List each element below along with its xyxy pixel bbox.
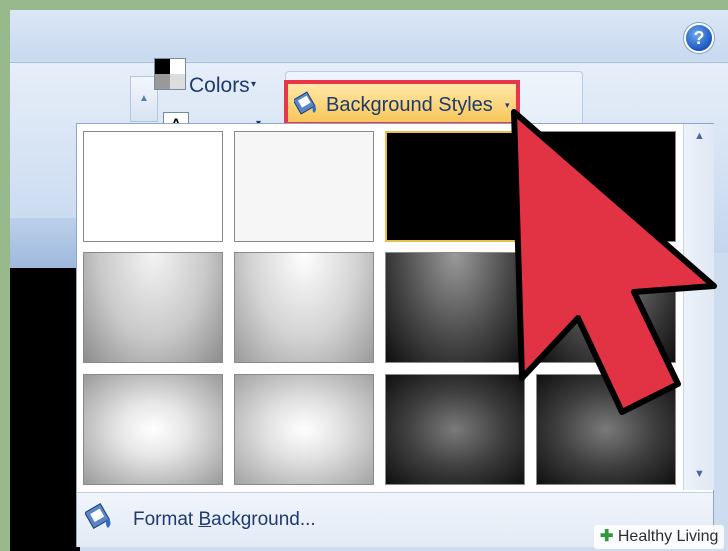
background-style-3[interactable] bbox=[385, 131, 525, 242]
background-style-4[interactable] bbox=[536, 131, 676, 242]
help-icon[interactable]: ? bbox=[684, 23, 714, 53]
background-style-10[interactable] bbox=[234, 374, 374, 485]
scroll-up-icon[interactable]: ▲ bbox=[694, 130, 705, 142]
background-style-1[interactable] bbox=[83, 131, 223, 242]
title-bar: ? bbox=[10, 10, 728, 60]
gallery-scrollbar[interactable]: ▲ ▼ bbox=[683, 124, 714, 490]
background-style-9[interactable] bbox=[83, 374, 223, 485]
background-style-11[interactable] bbox=[385, 374, 525, 485]
slide-thumbnail[interactable] bbox=[10, 268, 80, 551]
scroll-down-icon[interactable]: ▼ bbox=[694, 468, 705, 480]
background-style-8[interactable] bbox=[536, 252, 676, 363]
background-styles-label: Background Styles bbox=[326, 94, 493, 116]
slides-panel-header bbox=[10, 218, 80, 268]
colors-icon[interactable] bbox=[154, 58, 186, 90]
background-style-12[interactable] bbox=[536, 374, 676, 485]
background-styles-button[interactable]: Background Styles ▾ bbox=[284, 80, 520, 126]
watermark-logo: ✚ Healthy Living bbox=[594, 525, 725, 549]
background-style-2[interactable] bbox=[234, 131, 374, 242]
background-style-7[interactable] bbox=[385, 252, 525, 363]
format-background-label: Format Background... bbox=[133, 509, 316, 530]
background-style-6[interactable] bbox=[234, 252, 374, 363]
colors-dropdown-arrow[interactable]: ▾ bbox=[251, 79, 256, 90]
paint-bucket-icon bbox=[85, 503, 111, 529]
background-style-5[interactable] bbox=[83, 252, 223, 363]
paint-bucket-icon bbox=[294, 91, 316, 115]
background-styles-dropdown-arrow: ▾ bbox=[505, 100, 510, 110]
gallery-grid bbox=[77, 124, 683, 492]
background-styles-gallery: ▲ ▼ Format Background... bbox=[76, 123, 714, 547]
colors-button[interactable]: Colors bbox=[189, 74, 250, 98]
